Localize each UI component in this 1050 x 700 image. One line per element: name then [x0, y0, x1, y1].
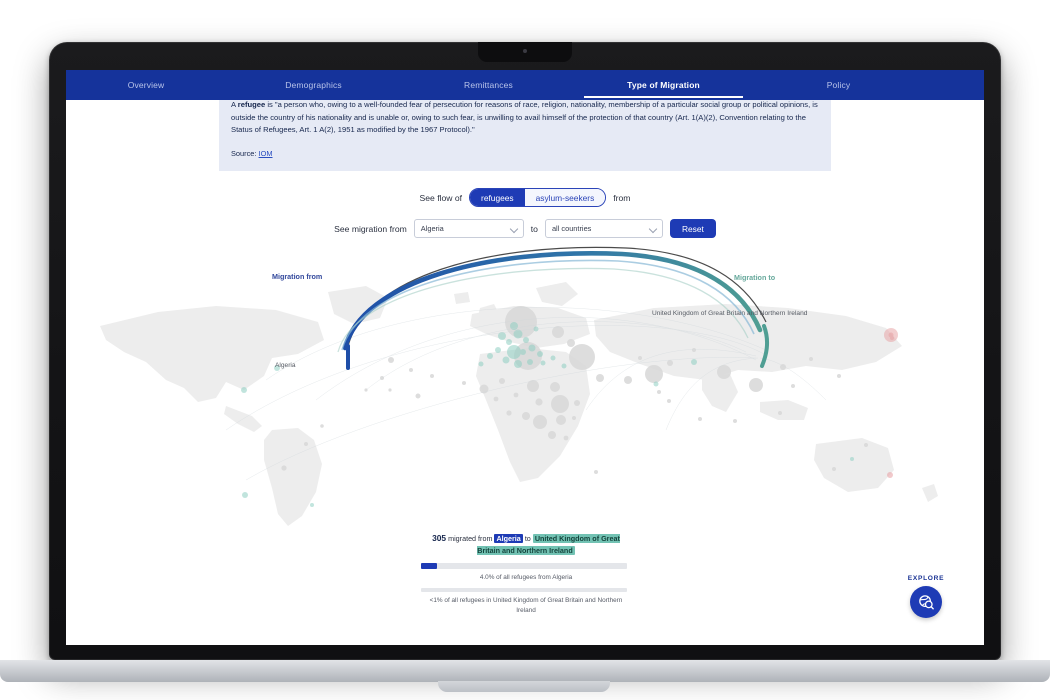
definition-line-1: is "a person who, owing to a well-founde… [265, 100, 751, 109]
laptop-base-notch [438, 681, 610, 692]
flow-suffix-label: from [613, 192, 631, 203]
laptop-base [0, 660, 1050, 682]
flow-statistics-panel: 305 migrated from Algeria to United King… [421, 532, 631, 615]
stat-migrant-count: 305 [432, 533, 447, 543]
map-label-destination-country: United Kingdom of Great Britain and Nort… [652, 310, 808, 317]
map-label-migration-to: Migration to [734, 273, 776, 282]
tab-remittances[interactable]: Remittances [401, 73, 576, 98]
screen-viewport: Overview Demographics Remittances Type o… [66, 70, 984, 645]
map-canvas [100, 246, 938, 526]
progress-bar-origin-share [421, 563, 627, 570]
progress-bar-origin-fill [421, 563, 438, 570]
laptop-camera [523, 49, 527, 53]
stat-sentence-mid: migrated from [448, 534, 493, 543]
source-link-iom[interactable]: IOM [259, 149, 273, 158]
definition-term: refugee [237, 100, 266, 109]
globe-search-icon [918, 594, 934, 609]
tab-overview[interactable]: Overview [66, 73, 226, 98]
definition-text: A refugee is "a person who, owing to a w… [231, 99, 819, 137]
flow-prefix-label: See flow of [419, 192, 463, 203]
top-navigation-bar: Overview Demographics Remittances Type o… [66, 70, 984, 100]
world-map-visualization[interactable]: Migration from Migration to Algeria Unit… [66, 230, 984, 530]
map-bubble-largest-alert [884, 328, 898, 342]
tab-type-of-migration[interactable]: Type of Migration [576, 73, 751, 98]
stat-caption-origin-share: 4.0% of all refugees from Algeria [479, 574, 573, 582]
tab-policy[interactable]: Policy [751, 73, 926, 98]
progress-bar-destination-share [421, 588, 627, 593]
definition-lead: A [231, 100, 238, 109]
definition-source: Source: IOM [231, 148, 819, 160]
flow-type-toggle[interactable]: refugees asylum-seekers [469, 188, 607, 207]
stat-caption-destination-share: <1% of all refugees in United Kingdom of… [429, 597, 623, 614]
map-label-origin-country: Algeria [275, 362, 296, 369]
toggle-option-refugees[interactable]: refugees [470, 189, 525, 206]
definition-panel: A refugee is "a person who, owing to a w… [219, 92, 831, 171]
explore-button[interactable] [910, 586, 942, 618]
stat-sentence-to: to [524, 534, 531, 543]
explore-label: EXPLORE [907, 575, 945, 582]
toggle-option-asylum-seekers[interactable]: asylum-seekers [524, 189, 606, 206]
explore-section: EXPLORE [886, 575, 966, 618]
tab-demographics[interactable]: Demographics [226, 73, 401, 98]
map-label-migration-from: Migration from [272, 272, 323, 281]
source-label: Source: [231, 148, 257, 158]
stat-sentence: 305 migrated from Algeria to United King… [421, 532, 631, 556]
flow-control-row: See flow of refugees asylum-seekers from [66, 188, 984, 207]
stat-origin-highlight: Algeria [494, 534, 523, 543]
laptop-mockup: Overview Demographics Remittances Type o… [0, 0, 1050, 700]
